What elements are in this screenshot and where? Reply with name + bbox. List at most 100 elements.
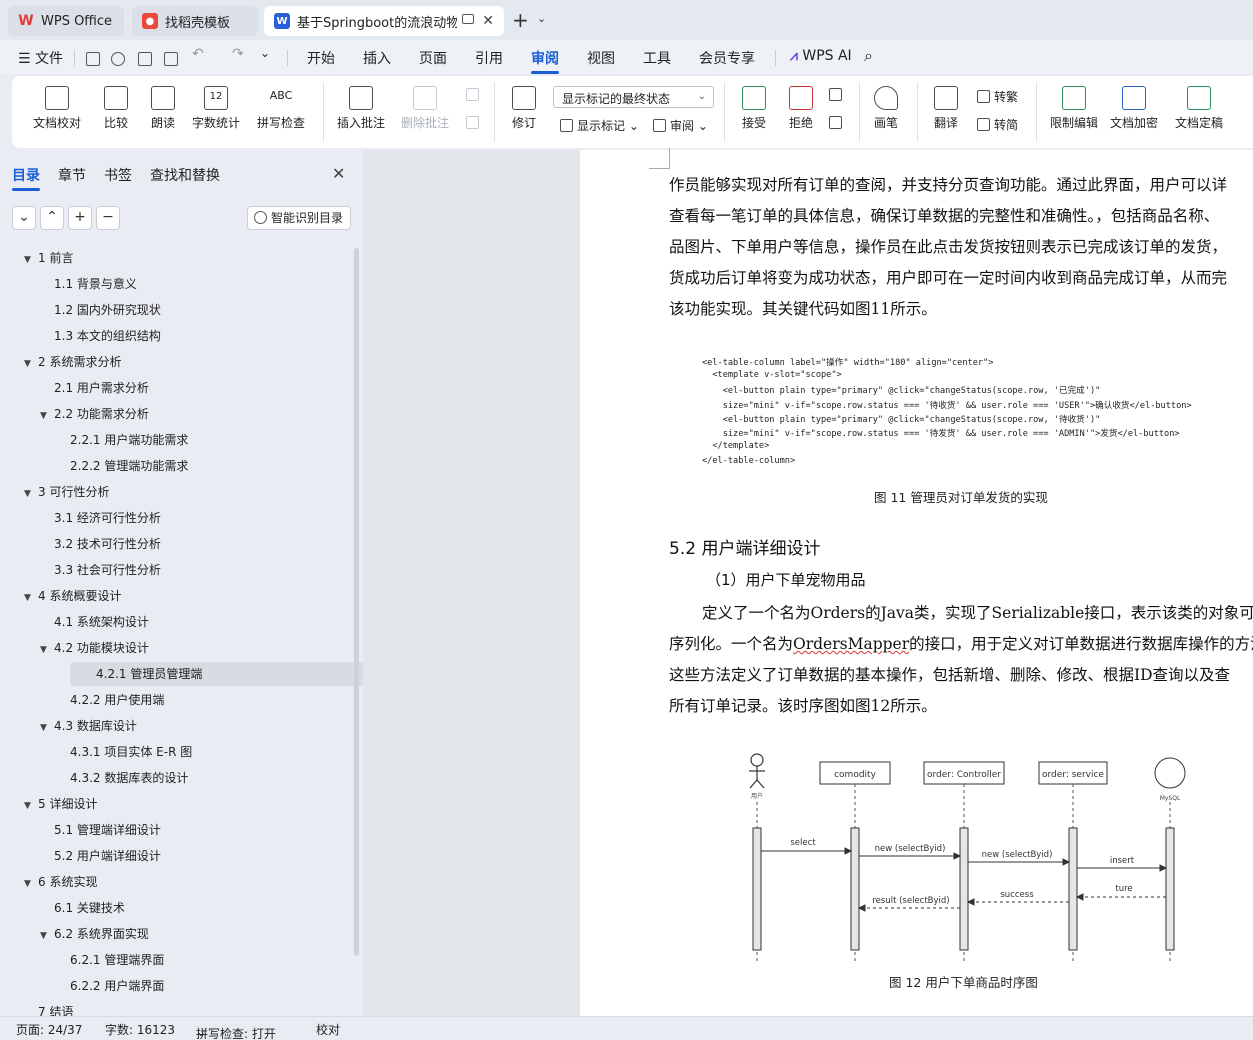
- toc-item[interactable]: 4.3.1 项目实体 E-R 图: [70, 740, 192, 764]
- to-simplified-button[interactable]: 转简: [977, 116, 1018, 133]
- word-count-indicator[interactable]: 字数: 16123: [105, 1021, 175, 1038]
- toc-item[interactable]: 4.2.2 用户使用端: [70, 688, 164, 712]
- spelling-flagged-word[interactable]: OrdersMapper: [793, 635, 909, 653]
- toc-item[interactable]: ▼ 6.2 系统界面实现: [40, 922, 149, 946]
- tab-chapters[interactable]: 章节: [58, 165, 86, 185]
- expand-toggle-icon[interactable]: ▼: [24, 248, 38, 272]
- expand-toggle-icon[interactable]: ▼: [24, 872, 38, 896]
- pane-scrollbar[interactable]: [354, 248, 359, 956]
- toc-item[interactable]: 4.2.1 管理员管理端: [70, 662, 376, 686]
- toc-item[interactable]: ▼ 2 系统需求分析: [24, 350, 121, 374]
- toc-item[interactable]: 3.3 社会可行性分析: [54, 558, 161, 582]
- expand-toggle-icon[interactable]: ▼: [40, 638, 54, 662]
- toc-item[interactable]: ▼ 6 系统实现: [24, 870, 97, 894]
- expand-toggle-icon[interactable]: ▼: [40, 716, 54, 740]
- proofread-button[interactable]: 文档校对: [28, 86, 86, 131]
- link-icon[interactable]: [111, 52, 125, 66]
- encrypt-document-button[interactable]: 文档加密: [1108, 86, 1160, 131]
- expand-all-button[interactable]: ⌄: [12, 206, 36, 230]
- insert-comment-button[interactable]: 插入批注: [335, 86, 387, 131]
- search-icon[interactable]: ⌕: [864, 46, 873, 66]
- finalize-document-button[interactable]: 文档定稿: [1168, 86, 1230, 131]
- toc-item[interactable]: 6.1 关键技术: [54, 896, 125, 920]
- menu-tools[interactable]: 工具: [643, 48, 671, 68]
- toc-item[interactable]: 6.2.2 用户端界面: [70, 974, 164, 998]
- new-tab-icon[interactable]: +: [512, 10, 529, 30]
- tab-bookmarks[interactable]: 书签: [104, 165, 132, 185]
- toc-item[interactable]: 4.3.2 数据库表的设计: [70, 766, 188, 790]
- review-pane-button[interactable]: 审阅 ⌄: [653, 117, 708, 134]
- restrict-editing-button[interactable]: 限制编辑: [1048, 86, 1100, 131]
- toc-item[interactable]: ▼ 4.3 数据库设计: [40, 714, 137, 738]
- reject-button[interactable]: 拒绝: [782, 86, 820, 131]
- save-icon[interactable]: [86, 52, 100, 66]
- chevron-down-icon[interactable]: ⌄: [260, 46, 270, 60]
- menu-insert[interactable]: 插入: [363, 48, 391, 68]
- toc-item[interactable]: 3.1 经济可行性分析: [54, 506, 161, 530]
- menu-home[interactable]: 开始: [307, 48, 335, 68]
- next-change-icon[interactable]: [829, 116, 846, 130]
- undo-icon[interactable]: ↶: [192, 46, 204, 62]
- print-preview-icon[interactable]: [164, 52, 178, 66]
- toc-item[interactable]: ▼ 4 系统概要设计: [24, 584, 121, 608]
- markup-state-select[interactable]: 显示标记的最终状态 ⌄: [553, 86, 714, 108]
- tab-document[interactable]: W 基于Springboot的流浪动物管 ✕: [264, 6, 504, 36]
- accept-button[interactable]: 接受: [735, 86, 773, 131]
- delete-comment-button[interactable]: 删除批注: [396, 86, 454, 131]
- expand-toggle-icon[interactable]: ▼: [24, 794, 38, 818]
- show-markup-button[interactable]: 显示标记 ⌄: [560, 117, 639, 134]
- collapse-all-button[interactable]: ⌃: [40, 206, 64, 230]
- next-comment-icon[interactable]: [466, 116, 483, 130]
- previous-change-icon[interactable]: [829, 88, 846, 102]
- toc-item[interactable]: ▼ 4.2 功能模块设计: [40, 636, 149, 660]
- translate-button[interactable]: 翻译: [928, 86, 964, 131]
- word-count-button[interactable]: 12 字数统计: [190, 86, 242, 131]
- expand-toggle-icon[interactable]: ▼: [24, 352, 38, 376]
- toc-item[interactable]: 2.1 用户需求分析: [54, 376, 149, 400]
- toc-item[interactable]: 6.2.1 管理端界面: [70, 948, 164, 972]
- to-traditional-button[interactable]: 转繁: [977, 88, 1018, 105]
- track-changes-button[interactable]: 修订: [506, 86, 542, 131]
- menu-review[interactable]: 审阅: [531, 48, 559, 68]
- toc-item[interactable]: 5.2 用户端详细设计: [54, 844, 161, 868]
- monitor-icon[interactable]: [462, 14, 474, 24]
- tab-wps-office[interactable]: W WPS Office: [8, 6, 124, 36]
- proofread-indicator[interactable]: 校对: [316, 1021, 340, 1038]
- close-pane-icon[interactable]: ✕: [332, 164, 345, 183]
- menu-references[interactable]: 引用: [475, 48, 503, 68]
- page-indicator[interactable]: 页面: 24/37: [16, 1021, 82, 1038]
- toc-item[interactable]: ▼ 3 可行性分析: [24, 480, 109, 504]
- tab-docer-templates[interactable]: ● 找稻壳模板: [132, 6, 258, 36]
- compare-button[interactable]: 比较: [96, 86, 136, 131]
- close-tab-icon[interactable]: ✕: [482, 13, 494, 29]
- pen-button[interactable]: 画笔: [870, 86, 902, 131]
- menu-member[interactable]: 会员专享: [699, 48, 755, 68]
- redo-icon[interactable]: ↷: [232, 46, 244, 62]
- previous-comment-icon[interactable]: [466, 88, 483, 102]
- menu-page[interactable]: 页面: [419, 48, 447, 68]
- toc-item[interactable]: ▼ 5 详细设计: [24, 792, 97, 816]
- toc-item[interactable]: 2.2.1 用户端功能需求: [70, 428, 188, 452]
- print-icon[interactable]: [138, 52, 152, 66]
- expand-toggle-icon[interactable]: ▼: [40, 924, 54, 948]
- expand-toggle-icon[interactable]: ▼: [40, 404, 54, 428]
- chevron-down-icon[interactable]: ⌄: [537, 12, 546, 25]
- spell-check-button[interactable]: ABC 拼写检查: [250, 86, 312, 131]
- tab-find-replace[interactable]: 查找和替换: [150, 165, 220, 185]
- toc-item[interactable]: 2.2.2 管理端功能需求: [70, 454, 188, 478]
- file-menu[interactable]: ☰ 文件: [18, 48, 63, 68]
- menu-view[interactable]: 视图: [587, 48, 615, 68]
- toc-item[interactable]: ▼ 1 前言: [24, 246, 73, 270]
- toc-item[interactable]: ▼ 2.2 功能需求分析: [40, 402, 149, 426]
- toc-item[interactable]: 1.2 国内外研究现状: [54, 298, 161, 322]
- toc-item[interactable]: 3.2 技术可行性分析: [54, 532, 161, 556]
- wps-ai-button[interactable]: ⩘ WPS AI: [790, 48, 852, 64]
- tab-toc[interactable]: 目录: [12, 165, 40, 185]
- toc-item[interactable]: 1.3 本文的组织结构: [54, 324, 161, 348]
- remove-heading-button[interactable]: −: [96, 206, 120, 230]
- smart-toc-button[interactable]: 智能识别目录: [247, 206, 351, 230]
- add-heading-button[interactable]: +: [68, 206, 92, 230]
- expand-toggle-icon[interactable]: ▼: [24, 482, 38, 506]
- toc-item[interactable]: 4.1 系统架构设计: [54, 610, 149, 634]
- expand-toggle-icon[interactable]: ▼: [24, 586, 38, 610]
